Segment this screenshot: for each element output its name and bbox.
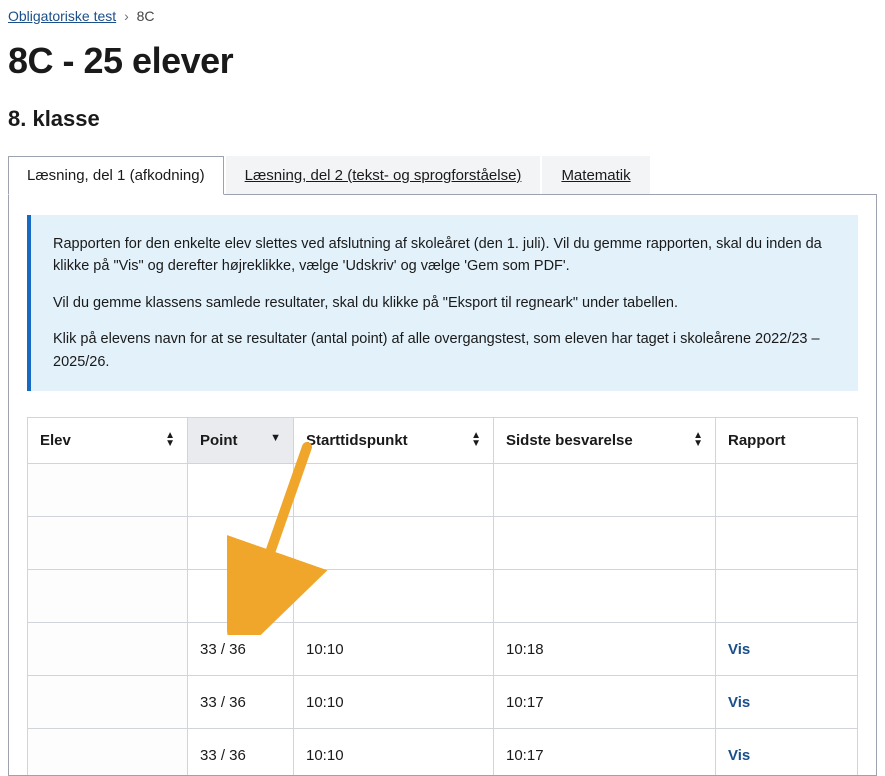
sort-icon: ▲▼ <box>471 432 481 448</box>
cell-start <box>294 464 494 517</box>
tab-matematik[interactable]: Matematik <box>542 156 649 195</box>
cell-sidste <box>494 517 716 570</box>
column-header-sidste[interactable]: Sidste besvarelse ▲▼ <box>494 418 716 464</box>
cell-start: 10:10 <box>294 623 494 676</box>
view-report-link[interactable]: Vis <box>728 641 750 658</box>
sort-icon: ▲▼ <box>693 432 703 448</box>
breadcrumb-current: 8C <box>137 8 155 24</box>
table-row <box>28 570 858 623</box>
cell-sidste <box>494 464 716 517</box>
cell-rapport <box>716 517 858 570</box>
sort-icon: ▲▼ <box>165 432 175 448</box>
cell-rapport <box>716 570 858 623</box>
cell-point: 33 / 36 <box>188 676 294 729</box>
table-row <box>28 464 858 517</box>
cell-point <box>188 464 294 517</box>
column-header-point[interactable]: Point ▼ <box>188 418 294 464</box>
sort-desc-icon: ▼ <box>270 432 281 444</box>
cell-start: 10:10 <box>294 729 494 775</box>
cell-elev[interactable] <box>28 729 188 775</box>
table-row <box>28 517 858 570</box>
cell-sidste: 10:17 <box>494 729 716 775</box>
page-subtitle: 8. klasse <box>8 106 877 132</box>
table-row: 33 / 36 10:10 10:17 Vis <box>28 729 858 775</box>
column-header-elev-label: Elev <box>40 432 71 449</box>
chevron-right-icon: › <box>124 8 129 24</box>
cell-point <box>188 570 294 623</box>
cell-point: 33 / 36 <box>188 729 294 775</box>
breadcrumb: Obligatoriske test › 8C <box>8 8 877 24</box>
info-paragraph-3: Klik på elevens navn for at se resultate… <box>53 328 836 373</box>
cell-rapport: Vis <box>716 676 858 729</box>
info-box: Rapporten for den enkelte elev slettes v… <box>27 215 858 391</box>
table-body: 33 / 36 10:10 10:18 Vis 33 / 36 10:10 10… <box>28 464 858 775</box>
cell-rapport <box>716 464 858 517</box>
column-header-point-label: Point <box>200 432 238 449</box>
column-header-start[interactable]: Starttidspunkt ▲▼ <box>294 418 494 464</box>
tab-laesning-del2[interactable]: Læsning, del 2 (tekst- og sprogforståels… <box>226 156 541 195</box>
info-paragraph-1: Rapporten for den enkelte elev slettes v… <box>53 233 836 278</box>
cell-elev[interactable] <box>28 676 188 729</box>
view-report-link[interactable]: Vis <box>728 747 750 764</box>
column-header-sidste-label: Sidste besvarelse <box>506 432 633 449</box>
cell-point <box>188 517 294 570</box>
table-row: 33 / 36 10:10 10:17 Vis <box>28 676 858 729</box>
view-report-link[interactable]: Vis <box>728 694 750 711</box>
cell-sidste <box>494 570 716 623</box>
tab-panel: Rapporten for den enkelte elev slettes v… <box>8 194 877 776</box>
cell-start <box>294 570 494 623</box>
table-row: 33 / 36 10:10 10:18 Vis <box>28 623 858 676</box>
cell-sidste: 10:17 <box>494 676 716 729</box>
cell-start: 10:10 <box>294 676 494 729</box>
column-header-start-label: Starttidspunkt <box>306 432 408 449</box>
cell-elev[interactable] <box>28 517 188 570</box>
cell-elev[interactable] <box>28 623 188 676</box>
cell-point: 33 / 36 <box>188 623 294 676</box>
cell-rapport: Vis <box>716 623 858 676</box>
cell-sidste: 10:18 <box>494 623 716 676</box>
tabs: Læsning, del 1 (afkodning) Læsning, del … <box>8 156 877 195</box>
column-header-elev[interactable]: Elev ▲▼ <box>28 418 188 464</box>
cell-elev[interactable] <box>28 464 188 517</box>
breadcrumb-parent-link[interactable]: Obligatoriske test <box>8 8 116 24</box>
cell-elev[interactable] <box>28 570 188 623</box>
tab-laesning-del1[interactable]: Læsning, del 1 (afkodning) <box>8 156 224 195</box>
page-title: 8C - 25 elever <box>8 40 877 82</box>
cell-rapport: Vis <box>716 729 858 775</box>
column-header-rapport-label: Rapport <box>728 432 786 449</box>
info-paragraph-2: Vil du gemme klassens samlede resultater… <box>53 292 836 314</box>
results-table: Elev ▲▼ Point ▼ Starttidspunkt <box>27 417 858 775</box>
column-header-rapport: Rapport <box>716 418 858 464</box>
cell-start <box>294 517 494 570</box>
